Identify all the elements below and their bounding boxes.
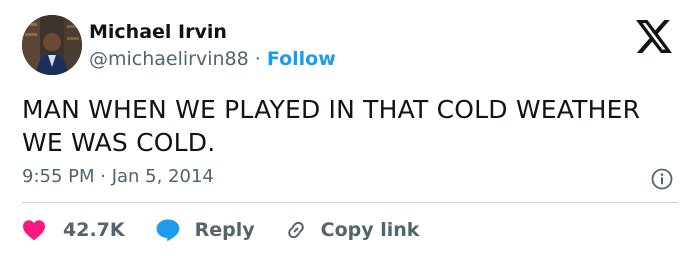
tweet-text: MAN WHEN WE PLAYED IN THAT COLD WEATHER … [22, 95, 641, 157]
author-display-name[interactable]: Michael Irvin [89, 20, 227, 44]
tweet-actions: 42.7K Reply Copy link [22, 216, 419, 244]
author-handle[interactable]: @michaelirvin88 [89, 48, 249, 70]
copy-link-button[interactable]: Copy link [284, 218, 420, 242]
info-icon[interactable] [650, 167, 674, 191]
link-icon [284, 218, 308, 242]
follow-button[interactable]: Follow [267, 48, 336, 70]
copy-link-label: Copy link [320, 219, 420, 241]
reply-bubble-icon [155, 218, 181, 242]
heart-icon [22, 219, 46, 241]
like-count: 42.7K [63, 219, 125, 241]
divider [22, 202, 678, 203]
like-button[interactable]: 42.7K [22, 219, 125, 241]
reply-button[interactable]: Reply [155, 218, 255, 242]
tweet-timestamp[interactable]: 9:55 PM · Jan 5, 2014 [22, 165, 214, 189]
avatar[interactable] [22, 15, 82, 75]
tweet-card: Michael Irvin @michaelirvin88 · Follow M… [0, 0, 700, 256]
author-handle-row: @michaelirvin88 · Follow [89, 47, 336, 71]
separator-dot: · [254, 48, 261, 70]
x-logo-icon[interactable] [636, 20, 672, 53]
reply-label: Reply [194, 219, 255, 241]
